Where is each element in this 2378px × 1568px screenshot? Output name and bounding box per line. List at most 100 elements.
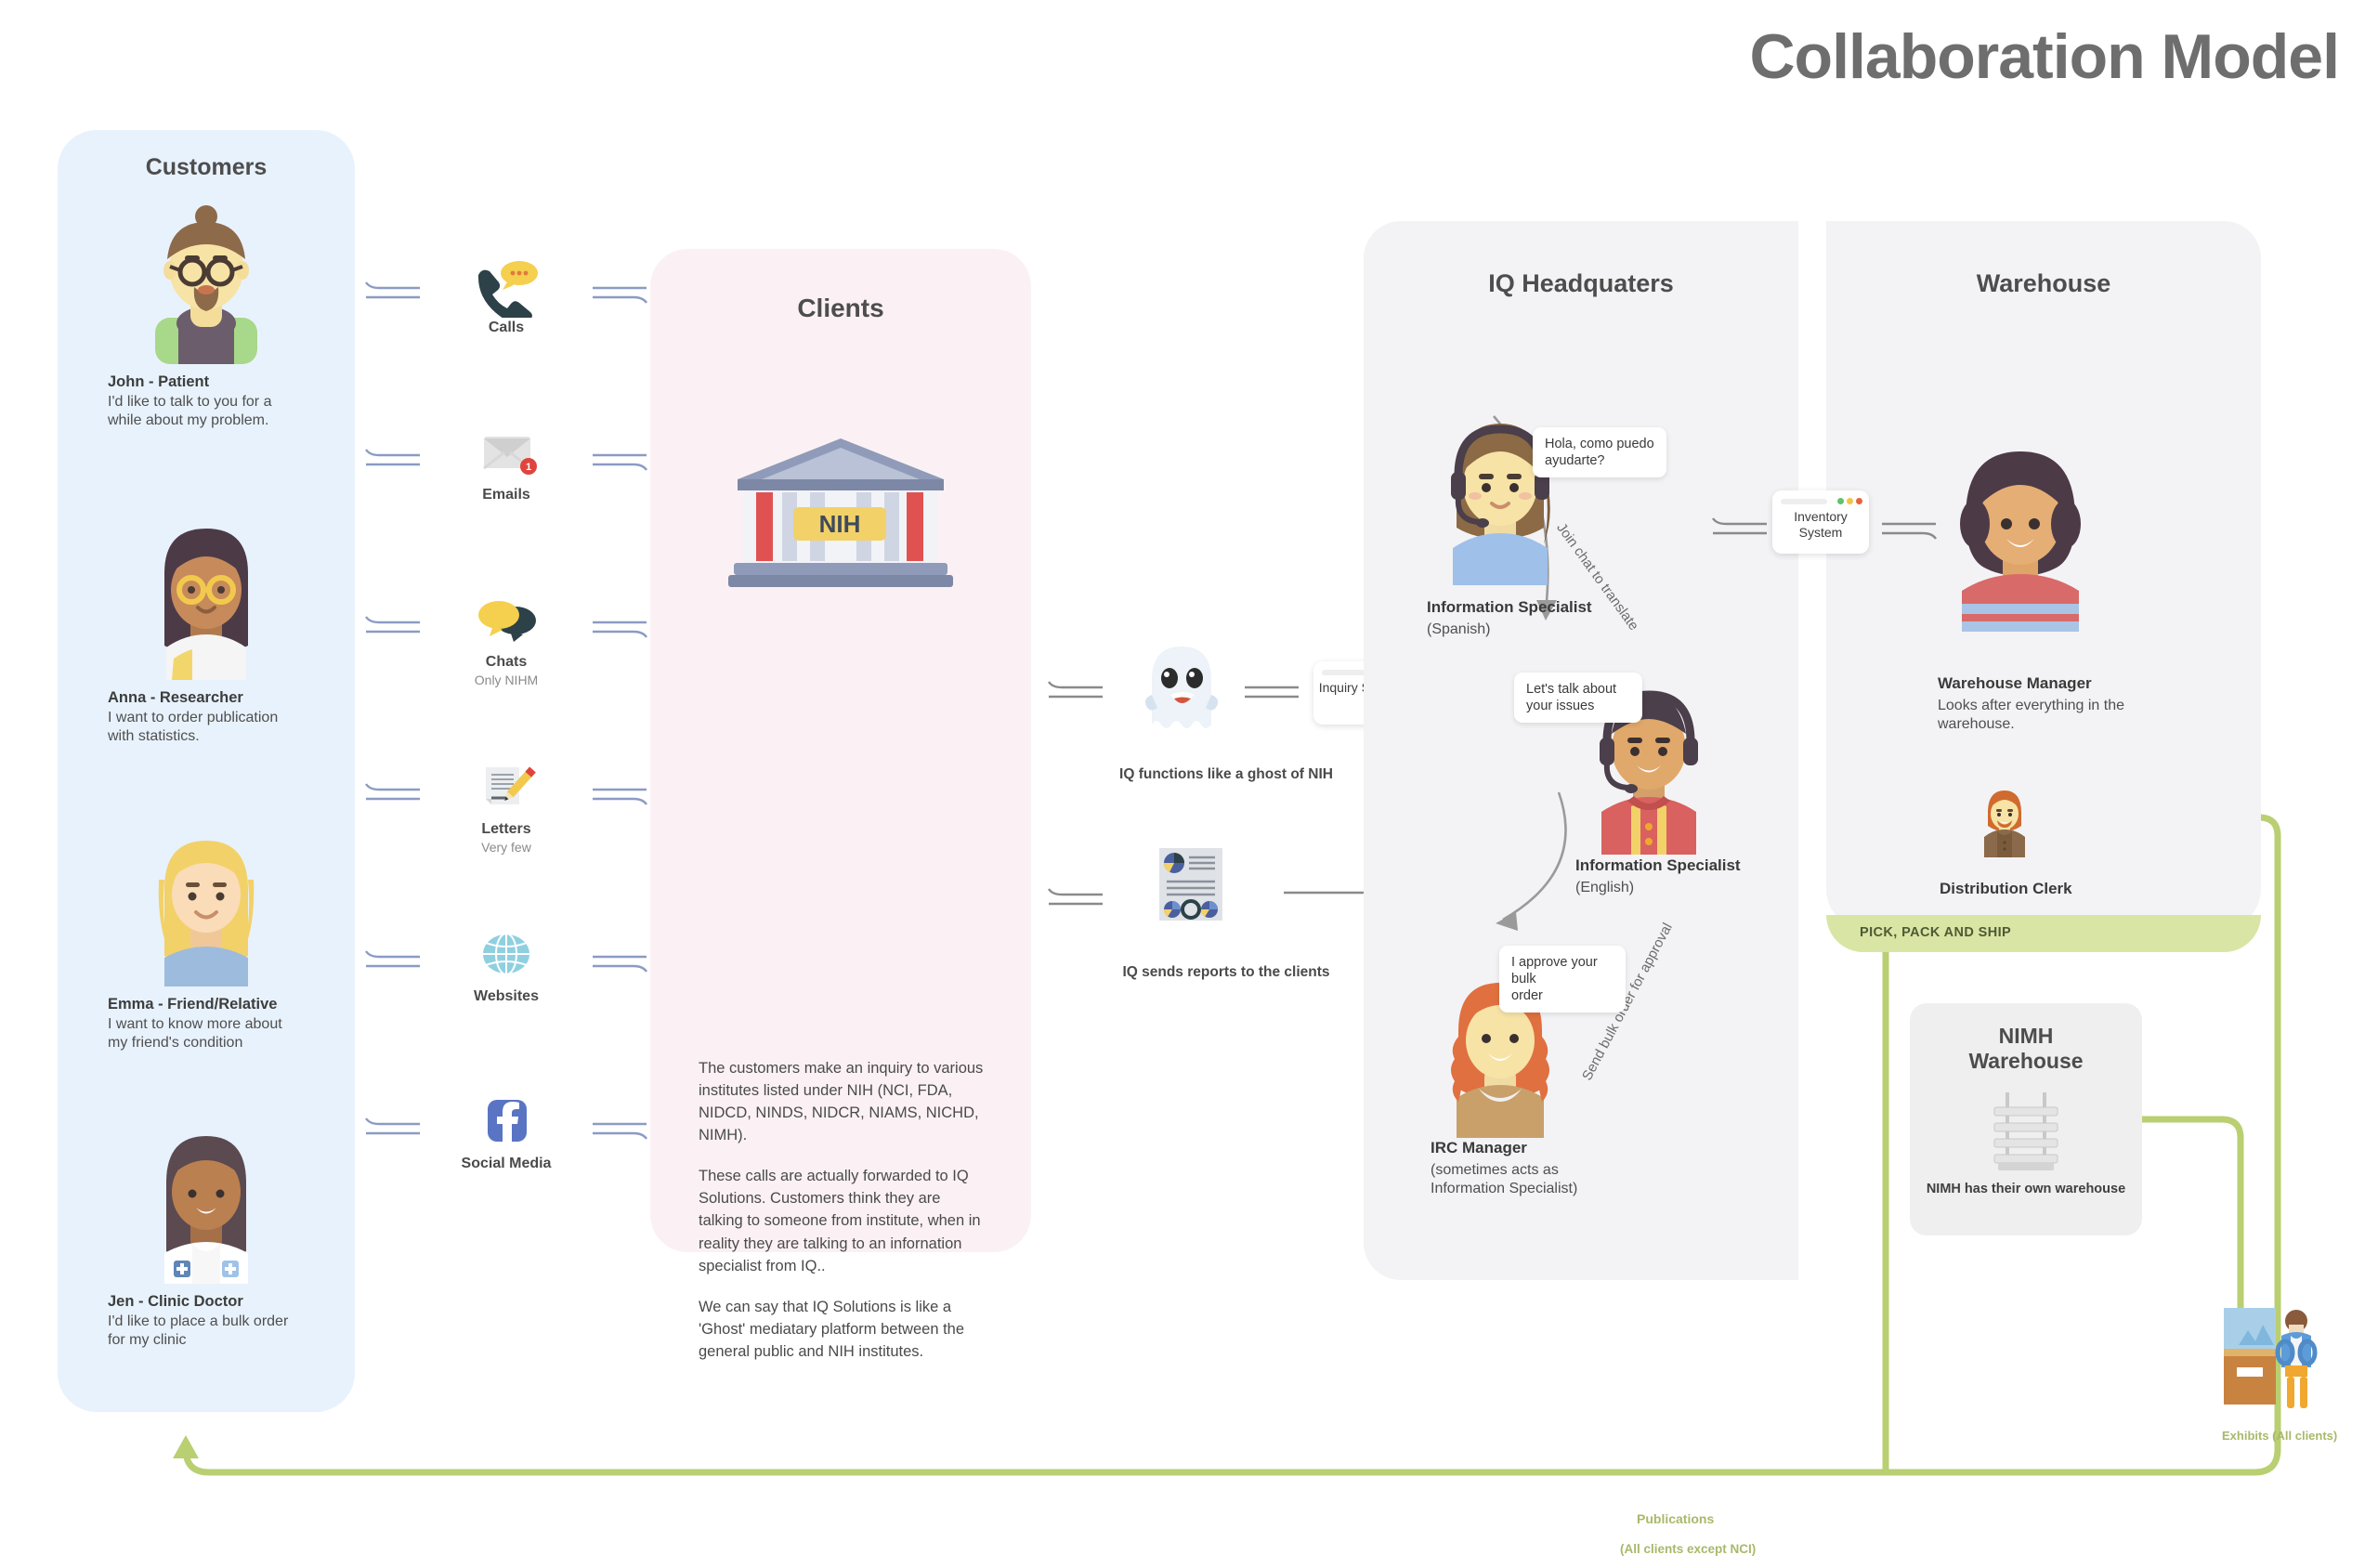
channel-label: Websites	[474, 988, 539, 1004]
customer-name: Anna - Researcher	[108, 689, 243, 706]
chat-bubbles-icon	[471, 595, 542, 652]
inventory-system-label: Inventory System	[1794, 509, 1848, 540]
channel-label: Calls	[488, 320, 525, 335]
window-dot-red	[1856, 498, 1862, 504]
arrow-left-icon	[365, 281, 420, 299]
nimh-caption: NIMH has their own warehouse	[1926, 1182, 2126, 1196]
arrow-right-icon	[1882, 522, 1937, 540]
window-title-bar	[1781, 499, 1827, 504]
specialist-english-name: Information Specialist	[1575, 856, 1741, 874]
connector-line	[1284, 891, 1364, 895]
channels-column: Calls 1 Emails Chats Only NIHM Letters V…	[365, 260, 647, 1263]
inventory-system-window[interactable]: Inventory System	[1772, 490, 1869, 554]
connector-lines	[1245, 686, 1299, 699]
irc-manager-name: IRC Manager	[1431, 1139, 1527, 1156]
irc-manager-bubble: I approve your bulk order	[1499, 946, 1626, 1013]
nimh-title: NIMH Warehouse	[1968, 1024, 2084, 1074]
arrow-left-icon	[365, 950, 420, 968]
channel-label: Social Media	[461, 1156, 552, 1171]
arrow-left-icon	[365, 783, 420, 801]
exhibits-icon	[2220, 1300, 2332, 1426]
warehouse-manager	[1932, 427, 2109, 636]
channel-letters[interactable]: Letters Very few	[365, 762, 647, 929]
specialist-spanish-bubble: Hola, como puedo ayudarte?	[1533, 427, 1666, 478]
clients-paragraph-2: These calls are actually forwarded to IQ…	[699, 1168, 981, 1274]
svg-text:1: 1	[526, 462, 531, 473]
channel-sublabel: Very few	[481, 840, 531, 855]
arrow-left-icon	[365, 1117, 420, 1135]
emma-avatar	[58, 819, 355, 987]
channel-emails[interactable]: 1 Emails	[365, 427, 647, 595]
clients-paragraph-1: The customers make an inquiry to various…	[699, 1060, 984, 1144]
channel-social-media[interactable]: Social Media	[365, 1096, 647, 1263]
distribution-clerk-avatar	[1984, 791, 2025, 857]
nimh-warehouse-box: NIMH Warehouse NIMH has their own wareho…	[1910, 1003, 2142, 1235]
reports-caption: IQ sends reports to the clients	[1122, 964, 1330, 980]
clients-panel: Clients NIH The customers make an inquir…	[650, 249, 1031, 1360]
customer-desc: I want to order publication with statist…	[108, 710, 279, 745]
anna-avatar	[58, 513, 355, 680]
customer-name: John - Patient	[108, 373, 210, 390]
warehouse-manager-desc: Looks after everything in the warehouse.	[1938, 698, 2125, 733]
arrow-right-icon	[593, 453, 647, 471]
pick-pack-ship-label: PICK, PACK AND SHIP	[1860, 925, 2012, 940]
customer-card: Jen - Clinic Doctor I'd like to place a …	[58, 1117, 355, 1351]
warehouse-heading: Warehouse	[1976, 269, 2111, 297]
globe-icon	[471, 929, 542, 987]
envelope-icon: 1	[471, 427, 542, 485]
channel-sublabel: Only NIHM	[474, 673, 539, 687]
hq-heading: IQ Headquaters	[1488, 269, 1674, 297]
warehouse-manager-avatar	[1960, 451, 2081, 632]
clients-paragraph-3: We can say that IQ Solutions is like a '…	[699, 1298, 965, 1360]
customer-card: Anna - Researcher I want to order public…	[58, 513, 355, 747]
customers-panel: Customers John - Patient I'd like to tal…	[58, 130, 355, 1412]
customer-desc: I'd like to place a bulk order for my cl…	[108, 1313, 289, 1349]
pick-pack-ship-bar: PICK, PACK AND SHIP	[1826, 915, 2261, 952]
ghost-caption: IQ functions like a ghost of NIH	[1119, 766, 1333, 782]
arrow-right-icon	[593, 286, 647, 304]
arrow-left-icon	[1048, 888, 1103, 906]
arrow-right-icon	[593, 788, 647, 805]
channel-label: Letters	[481, 821, 531, 837]
customer-desc: I want to know more about my friend's co…	[108, 1016, 282, 1052]
publications-caption: Publications	[1637, 1511, 1715, 1526]
irc-manager-sub: (sometimes acts as Information Specialis…	[1431, 1162, 1578, 1197]
channel-label: Chats	[485, 654, 528, 670]
channel-label: Emails	[482, 487, 530, 503]
channel-websites[interactable]: Websites	[365, 929, 647, 1096]
nih-building-icon: NIH	[725, 435, 957, 602]
customer-desc: I'd like to talk to you for a while abou…	[108, 394, 272, 429]
customer-card: Emma - Friend/Relative I want to know mo…	[58, 819, 355, 1053]
distribution-clerk-name: Distribution Clerk	[1940, 880, 2072, 897]
letter-pencil-icon	[471, 762, 542, 819]
arrow-right-icon	[593, 955, 647, 973]
report-document-icon	[1157, 846, 1224, 927]
john-avatar	[58, 197, 355, 364]
arrow-left-icon	[1712, 517, 1767, 535]
window-dot-yellow	[1847, 498, 1853, 504]
specialist-spanish-sub: (Spanish)	[1427, 621, 1491, 637]
specialist-english-sub: (English)	[1575, 880, 1635, 895]
nih-label: NIH	[819, 510, 861, 538]
jen-avatar	[58, 1117, 355, 1284]
customer-name: Emma - Friend/Relative	[108, 996, 278, 1013]
shelf-icon	[1981, 1089, 2071, 1183]
arrow-left-icon	[365, 616, 420, 634]
page-title: Collaboration Model	[1749, 21, 2340, 92]
exhibits-caption: Exhibits (All clients)	[2222, 1429, 2338, 1443]
specialist-spanish-name: Information Specialist	[1427, 598, 1592, 616]
customers-heading: Customers	[145, 154, 268, 180]
arrow-left-icon	[1048, 681, 1103, 699]
arrow-right-icon	[593, 621, 647, 638]
channel-chats[interactable]: Chats Only NIHM	[365, 595, 647, 762]
arrow-right-icon	[593, 1122, 647, 1140]
distribution-clerk	[1977, 785, 2032, 862]
window-dot-green	[1837, 498, 1844, 504]
facebook-icon	[471, 1096, 542, 1154]
publications-sub-caption: (All clients except NCI)	[1620, 1542, 1757, 1556]
clients-description: The customers make an inquiry to various…	[699, 1057, 986, 1381]
warehouse-manager-name: Warehouse Manager	[1938, 674, 2092, 692]
channel-calls[interactable]: Calls	[365, 260, 647, 427]
phone-icon	[471, 260, 542, 324]
arrow-left-icon	[365, 449, 420, 466]
